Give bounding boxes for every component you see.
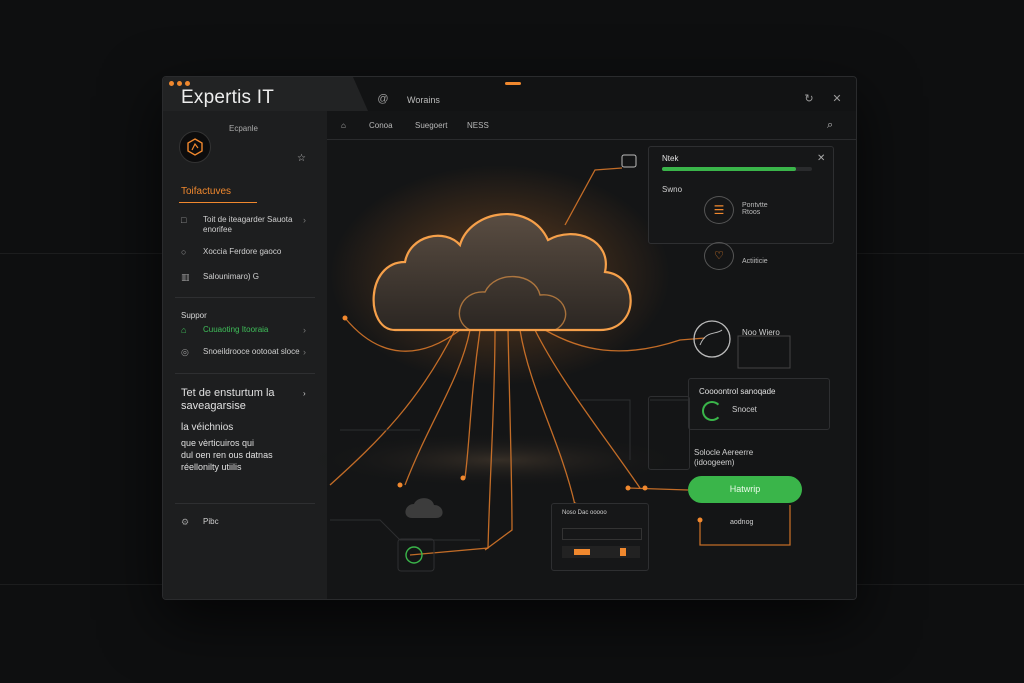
progress-fill xyxy=(662,167,796,171)
progress-panel: Ntek ✕ Swno xyxy=(648,146,834,244)
progress-track xyxy=(662,167,812,171)
status-value: Snocet xyxy=(732,405,757,414)
mini-card-row xyxy=(562,546,640,558)
close-icon[interactable]: ✕ xyxy=(817,153,825,164)
mini-card: Noso Dac ooooo xyxy=(551,503,649,571)
connector-frame xyxy=(648,396,690,470)
status-title: Coooontrol sanoqade xyxy=(699,387,776,396)
mini-bar xyxy=(574,549,590,555)
gauge-label: Noo Wiero xyxy=(742,328,780,337)
clipboard-icon[interactable]: ☰ xyxy=(704,196,734,224)
mini-card-row xyxy=(562,528,642,540)
mini-card-title: Noso Dac ooooo xyxy=(562,510,607,516)
small-cloud-icon xyxy=(405,498,443,518)
panel-label: Swno xyxy=(662,185,683,194)
mini-bar xyxy=(620,548,626,556)
panel-item-label: Pontvtte Rtoos xyxy=(742,202,768,216)
process-label: Solocle Aereerre (idoogeem) xyxy=(694,448,754,467)
gauge-frame xyxy=(737,335,791,369)
button-caption: aodnog xyxy=(730,519,754,526)
primary-action-button[interactable]: Hatwrip xyxy=(688,476,802,503)
node-badge xyxy=(621,154,637,168)
cloud-diagram xyxy=(310,154,791,572)
panel-item-label: Actiiticie xyxy=(742,258,768,265)
panel-title: Ntek xyxy=(662,154,679,163)
floor-glow xyxy=(310,432,690,488)
status-panel: Coooontrol sanoqade Snocet xyxy=(688,378,830,430)
heart-icon[interactable]: ♡ xyxy=(704,242,734,270)
spinner-icon xyxy=(702,401,722,421)
